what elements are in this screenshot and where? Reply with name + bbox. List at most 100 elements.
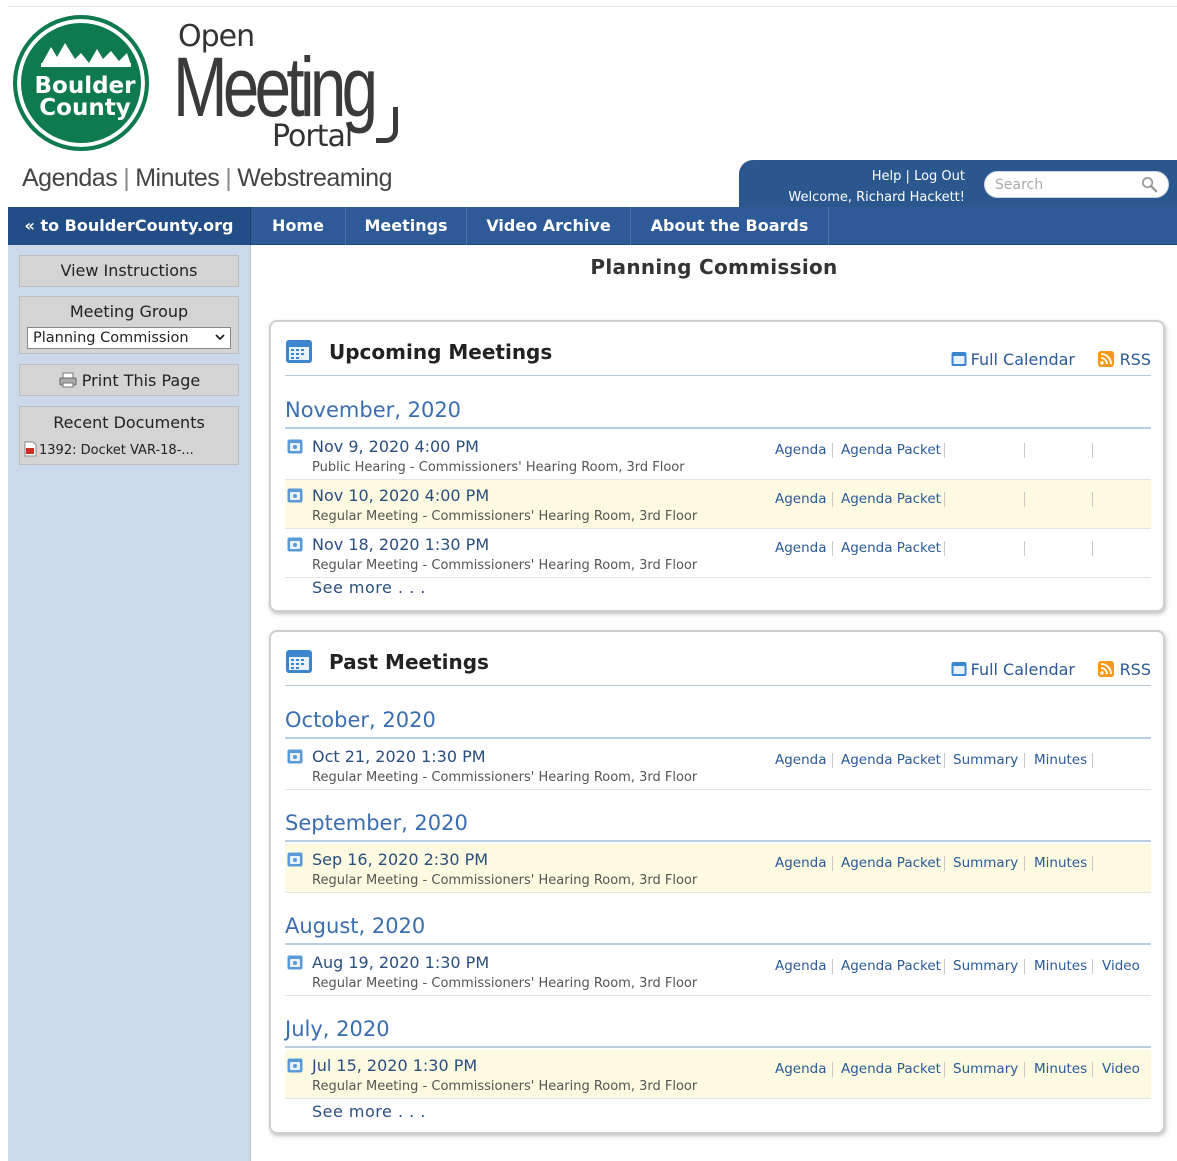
agenda-link[interactable]: Agenda (775, 752, 827, 768)
calendar-icon[interactable] (287, 749, 303, 764)
meeting-group-box: Meeting Group Planning Commission (19, 296, 239, 354)
logo-text: Boulder County (17, 73, 153, 120)
portal-logo-hook (376, 107, 398, 143)
boulder-county-logo[interactable]: Boulder County (13, 15, 149, 151)
month-heading: September, 2020 (285, 811, 1151, 842)
meeting-group-select[interactable]: Planning Commission (27, 327, 231, 349)
summary-link[interactable]: Summary (953, 1061, 1018, 1077)
link-divider (944, 959, 945, 974)
meeting-date-link[interactable]: Nov 10, 2020 4:00 PM (312, 486, 489, 505)
tagline: Agendas | Minutes | Webstreaming (22, 164, 392, 193)
search-icon[interactable] (1141, 176, 1158, 193)
agenda-link[interactable]: Agenda (775, 442, 827, 458)
main-nav: « to BoulderCounty.org Home Meetings Vid… (8, 207, 1177, 245)
logo-line1: Boulder (34, 73, 136, 99)
portal-logo-meeting: Meeting (173, 40, 378, 134)
logout-link[interactable]: Log Out (914, 169, 965, 184)
link-divider (1092, 856, 1093, 871)
meeting-row: Nov 9, 2020 4:00 PM Public Hearing - Com… (285, 431, 1151, 480)
link-divider (944, 753, 945, 768)
see-more-link[interactable]: See more . . . (312, 1102, 426, 1121)
video-link[interactable]: Video (1102, 958, 1140, 974)
minutes-link[interactable]: Minutes (1034, 1061, 1087, 1077)
link-divider (1024, 492, 1025, 507)
link-divider (944, 541, 945, 556)
meeting-date-link[interactable]: Oct 21, 2020 1:30 PM (312, 747, 486, 766)
meeting-date-link[interactable]: Aug 19, 2020 1:30 PM (312, 953, 489, 972)
calendar-icon[interactable] (287, 955, 303, 970)
calendar-icon[interactable] (287, 537, 303, 552)
calendar-icon (951, 662, 967, 676)
minutes-link[interactable]: Minutes (1034, 752, 1087, 768)
past-rss-link[interactable]: RSS (1097, 660, 1151, 679)
user-box: Help | Log Out Welcome, Richard Hackett! (739, 160, 1177, 207)
meeting-date-link[interactable]: Jul 15, 2020 1:30 PM (312, 1056, 477, 1075)
nav-back-to-bouldercounty[interactable]: « to BoulderCounty.org (8, 207, 251, 245)
month-heading: November, 2020 (285, 398, 1151, 429)
calendar-icon[interactable] (287, 439, 303, 454)
link-divider (832, 541, 833, 556)
calendar-icon (286, 650, 312, 673)
agenda-packet-link[interactable]: Agenda Packet (841, 442, 941, 458)
meeting-description: Regular Meeting - Commissioners' Hearing… (312, 770, 698, 785)
calendar-icon[interactable] (287, 1058, 303, 1073)
meeting-date-link[interactable]: Nov 9, 2020 4:00 PM (312, 437, 479, 456)
calendar-icon (286, 340, 312, 363)
view-instructions-button[interactable]: View Instructions (19, 255, 239, 287)
meeting-row: Jul 15, 2020 1:30 PM Regular Meeting - C… (285, 1050, 1151, 1099)
agenda-packet-link[interactable]: Agenda Packet (841, 958, 941, 974)
link-divider (1092, 541, 1093, 556)
meeting-description: Regular Meeting - Commissioners' Hearing… (312, 558, 698, 573)
nav-video-archive[interactable]: Video Archive (467, 207, 631, 245)
help-link[interactable]: Help (872, 169, 902, 184)
calendar-icon[interactable] (287, 488, 303, 503)
agenda-link[interactable]: Agenda (775, 491, 827, 507)
upcoming-rss-label: RSS (1119, 350, 1151, 369)
see-more-link[interactable]: See more . . . (312, 578, 426, 597)
agenda-packet-link[interactable]: Agenda Packet (841, 855, 941, 871)
print-page-button[interactable]: Print This Page (19, 364, 239, 396)
video-link[interactable]: Video (1102, 1061, 1140, 1077)
recent-document-label: 1392: Docket VAR-18-... (39, 443, 194, 458)
link-divider (1024, 959, 1025, 974)
rss-icon (1097, 351, 1114, 367)
link-divider (832, 492, 833, 507)
recent-document-link[interactable]: 1392: Docket VAR-18-... (24, 441, 194, 458)
search-input[interactable] (985, 172, 1135, 197)
nav-about-the-boards[interactable]: About the Boards (631, 207, 829, 245)
agenda-link[interactable]: Agenda (775, 1061, 827, 1077)
summary-link[interactable]: Summary (953, 752, 1018, 768)
upcoming-full-calendar-label: Full Calendar (970, 350, 1075, 369)
printer-icon (59, 372, 77, 388)
past-full-calendar-link[interactable]: Full Calendar (951, 660, 1075, 679)
agenda-link[interactable]: Agenda (775, 855, 827, 871)
minutes-link[interactable]: Minutes (1034, 855, 1087, 871)
recent-documents-title: Recent Documents (53, 413, 205, 432)
link-divider (1024, 753, 1025, 768)
meeting-group-title: Meeting Group (69, 302, 189, 321)
tagline-separator: | (123, 164, 130, 192)
calendar-icon[interactable] (287, 852, 303, 867)
print-page-label: Print This Page (81, 371, 201, 390)
meeting-date-link[interactable]: Nov 18, 2020 1:30 PM (312, 535, 489, 554)
upcoming-rss-link[interactable]: RSS (1097, 350, 1151, 369)
meeting-date-link[interactable]: Sep 16, 2020 2:30 PM (312, 850, 488, 869)
agenda-packet-link[interactable]: Agenda Packet (841, 752, 941, 768)
agenda-packet-link[interactable]: Agenda Packet (841, 491, 941, 507)
summary-link[interactable]: Summary (953, 855, 1018, 871)
nav-home[interactable]: Home (251, 207, 346, 245)
month-heading: July, 2020 (285, 1017, 1151, 1048)
portal-logo-portal: Portal (272, 119, 353, 154)
agenda-link[interactable]: Agenda (775, 540, 827, 556)
link-divider (1092, 753, 1093, 768)
minutes-link[interactable]: Minutes (1034, 958, 1087, 974)
agenda-packet-link[interactable]: Agenda Packet (841, 1061, 941, 1077)
tagline-separator: | (225, 164, 232, 192)
upcoming-full-calendar-link[interactable]: Full Calendar (951, 350, 1075, 369)
agenda-link[interactable]: Agenda (775, 958, 827, 974)
tagline-minutes: Minutes (135, 164, 220, 192)
nav-meetings[interactable]: Meetings (346, 207, 467, 245)
summary-link[interactable]: Summary (953, 958, 1018, 974)
agenda-packet-link[interactable]: Agenda Packet (841, 540, 941, 556)
month-heading: August, 2020 (285, 914, 1151, 945)
